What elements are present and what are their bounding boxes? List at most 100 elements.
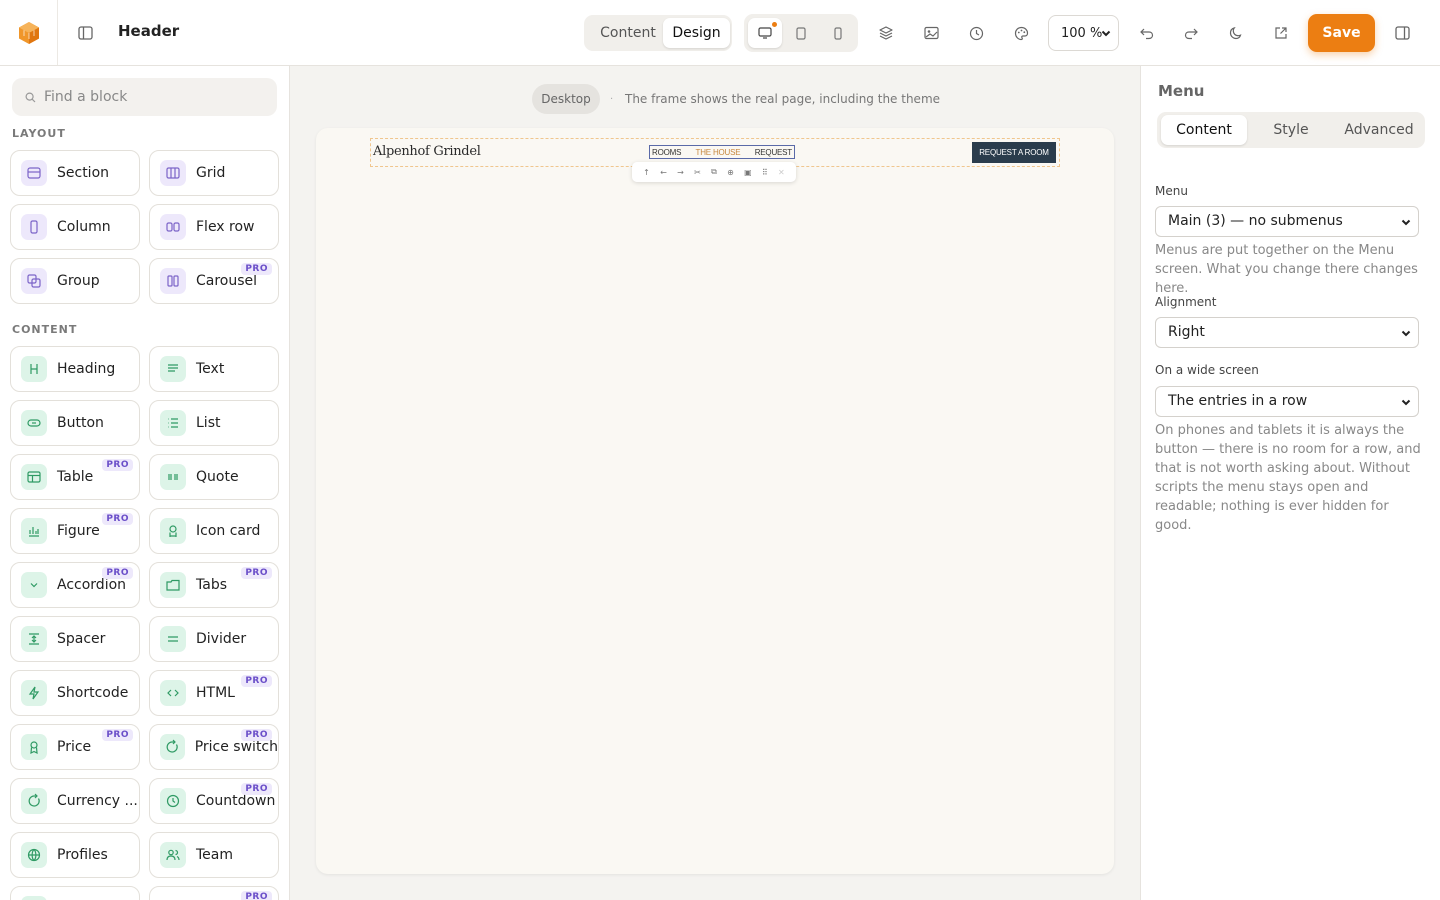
block-team[interactable]: Team (149, 832, 279, 878)
block-grid[interactable]: Grid (149, 150, 279, 196)
zoom-value: 100 % (1061, 25, 1103, 41)
menu-select[interactable]: Main (3) — no submenus (1155, 206, 1419, 237)
block-carousel[interactable]: Carousel PRO (149, 258, 279, 304)
menu-item-rooms[interactable]: ROOMS (652, 148, 681, 157)
wide-screen-select[interactable]: The entries in a row (1155, 386, 1419, 417)
price-switch-icon (160, 734, 185, 760)
tab-advanced[interactable]: Advanced (1335, 115, 1423, 145)
site-name[interactable]: Alpenhof Grindel (373, 144, 481, 159)
delete-icon[interactable]: ✕ (778, 168, 785, 177)
cut-icon[interactable]: ✂ (694, 168, 701, 177)
block-label: Team (196, 847, 234, 863)
group-icon (21, 268, 47, 294)
menu-help-text: Menus are put together on the Menu scree… (1155, 243, 1418, 296)
copy-icon[interactable]: ⧉ (711, 167, 717, 177)
block-spacer[interactable]: Spacer (10, 616, 140, 662)
layers-button[interactable] (875, 22, 897, 44)
block-section[interactable]: Section (10, 150, 140, 196)
text-icon (160, 356, 186, 382)
external-link-icon (1275, 27, 1287, 39)
block-price-switch[interactable]: Price switch PRO (149, 724, 279, 770)
toggle-inspector-button[interactable] (1391, 22, 1413, 44)
block-shortcode[interactable]: Shortcode (10, 670, 140, 716)
tab-design-mode[interactable]: Design (663, 18, 730, 48)
wide-screen-label: On a wide screen (1155, 363, 1259, 377)
menu-item-the-house[interactable]: THE HOUSE (696, 148, 741, 157)
menu-item-request[interactable]: REQUEST (755, 148, 792, 157)
block-search[interactable] (12, 78, 277, 116)
block-column[interactable]: Column (10, 204, 140, 250)
block-accordion[interactable]: Accordion PRO (10, 562, 140, 608)
move-up-icon[interactable]: ↑ (643, 168, 650, 177)
tablet-device-button[interactable] (784, 18, 818, 48)
page-frame: Alpenhof Grindel ROOMS THE HOUSE REQUEST… (316, 128, 1114, 874)
block-icon-card[interactable]: Icon card (149, 508, 279, 554)
unsaved-dot (772, 22, 777, 27)
desktop-device-button[interactable] (748, 18, 782, 48)
block-partial-pro[interactable]: PRO (149, 886, 279, 900)
tab-style[interactable]: Style (1247, 115, 1335, 145)
save-block-icon[interactable]: ▣ (744, 168, 752, 177)
save-button[interactable]: Save (1308, 14, 1375, 52)
alignment-value: Right (1168, 324, 1205, 340)
html-icon (160, 680, 186, 706)
move-left-icon[interactable]: ← (660, 168, 667, 177)
block-quote[interactable]: Quote (149, 454, 279, 500)
block-text[interactable]: Text (149, 346, 279, 392)
duplicate-icon[interactable]: ⊕ (727, 168, 734, 177)
block-price[interactable]: Price PRO (10, 724, 140, 770)
block-search-input[interactable] (44, 89, 264, 105)
block-profiles[interactable]: Profiles (10, 832, 140, 878)
block-countdown[interactable]: Countdown PRO (149, 778, 279, 824)
dark-mode-button[interactable] (1225, 22, 1247, 44)
toggle-sidebar-button[interactable] (74, 22, 96, 44)
theme-colors-button[interactable] (1010, 22, 1032, 44)
phone-device-button[interactable] (821, 18, 855, 48)
drag-handle-icon[interactable]: ⠿ (762, 168, 768, 177)
desktop-icon (758, 27, 772, 39)
inspector-panel: Menu Content Style Advanced Menu Main (3… (1140, 66, 1440, 900)
undo-button[interactable] (1135, 22, 1157, 44)
sidebar-panel-icon (77, 26, 93, 40)
move-right-icon[interactable]: → (677, 168, 684, 177)
block-figure[interactable]: Figure PRO (10, 508, 140, 554)
block-currency[interactable]: Currency ... (10, 778, 140, 824)
team-icon (160, 842, 186, 868)
block-divider[interactable]: Divider (149, 616, 279, 662)
block-label: Price (57, 739, 92, 755)
block-html[interactable]: HTML PRO (149, 670, 279, 716)
accordion-icon (21, 572, 47, 598)
block-group[interactable]: Group (10, 258, 140, 304)
block-table[interactable]: Table PRO (10, 454, 140, 500)
menu-block-selected[interactable]: ROOMS THE HOUSE REQUEST (649, 145, 795, 159)
block-list[interactable]: List (149, 400, 279, 446)
block-partial[interactable] (10, 886, 140, 900)
alignment-label: Alignment (1155, 295, 1217, 309)
block-label: Price switch (194, 739, 278, 755)
tabs-icon (160, 572, 186, 598)
device-pill: Desktop (532, 84, 600, 114)
moon-icon (1229, 26, 1242, 40)
quote-icon (160, 464, 186, 490)
app-logo[interactable] (0, 0, 58, 65)
tab-content[interactable]: Content (1161, 115, 1247, 145)
block-tabs[interactable]: Tabs PRO (149, 562, 279, 608)
block-label: Flex row (196, 219, 255, 235)
tab-content-mode[interactable]: Content (589, 18, 667, 48)
request-room-button[interactable]: REQUEST A ROOM (972, 142, 1056, 163)
zoom-select[interactable]: 100 % (1048, 15, 1119, 51)
block-button[interactable]: Button (10, 400, 140, 446)
pro-badge: PRO (241, 891, 272, 900)
block-flex-row[interactable]: Flex row (149, 204, 279, 250)
open-preview-button[interactable] (1270, 22, 1292, 44)
icon-card-icon (160, 518, 186, 544)
alignment-select[interactable]: Right (1155, 317, 1419, 348)
block-heading[interactable]: Heading (10, 346, 140, 392)
section-icon (21, 160, 47, 186)
media-button[interactable] (920, 22, 942, 44)
redo-button[interactable] (1180, 22, 1202, 44)
layout-heading: LAYOUT (12, 127, 66, 140)
history-button[interactable] (965, 22, 987, 44)
grid-icon (160, 160, 186, 186)
menu-field-label: Menu (1155, 184, 1188, 198)
